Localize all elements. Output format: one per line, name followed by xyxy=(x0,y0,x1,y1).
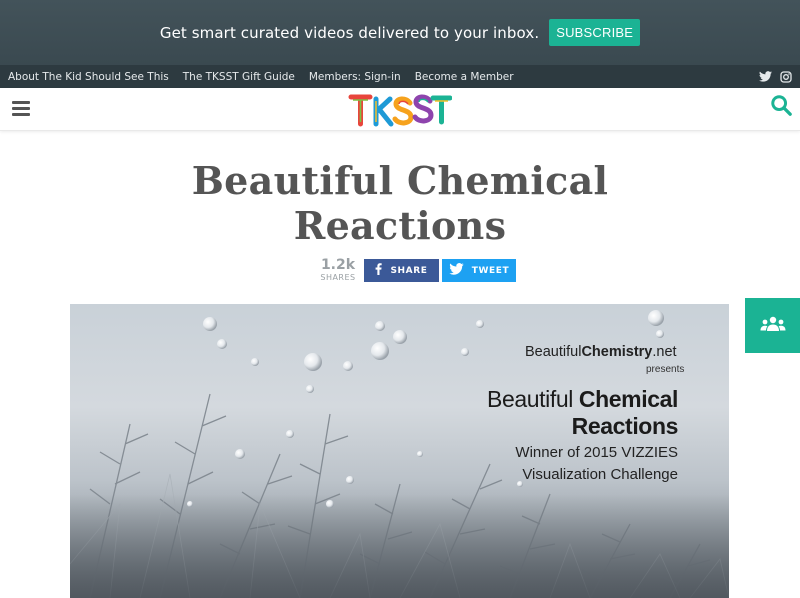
top-nav: About The Kid Should See This The TKSST … xyxy=(0,65,800,88)
twitter-icon[interactable] xyxy=(759,71,772,82)
nav-link-become-member[interactable]: Become a Member xyxy=(415,71,514,83)
nav-link-gift-guide[interactable]: The TKSST Gift Guide xyxy=(183,71,295,83)
nav-link-about[interactable]: About The Kid Should See This xyxy=(8,71,169,83)
brand-suffix: .net xyxy=(652,344,677,360)
video-thumbnail[interactable]: BeautifulChemistry.net presents Beautifu… xyxy=(70,304,729,598)
site-header xyxy=(0,88,800,131)
community-button[interactable] xyxy=(745,298,800,353)
site-logo[interactable] xyxy=(348,91,453,129)
facebook-share-button[interactable]: SHARE xyxy=(364,259,439,282)
newsletter-text: Get smart curated videos delivered to yo… xyxy=(159,23,540,42)
brand-bold: Chemistry xyxy=(581,344,653,360)
tweet-label: TWEET xyxy=(471,265,510,276)
article-title: Beautiful Chemical Reactions xyxy=(191,158,609,248)
share-count-label: SHARES xyxy=(320,273,356,282)
award-line-1: Winner of 2015 VIZZIES xyxy=(515,444,678,461)
twitter-bird-icon xyxy=(449,263,464,278)
video-title-light: Beautiful xyxy=(487,386,579,412)
video-award: Winner of 2015 VIZZIES Visualization Cha… xyxy=(470,442,678,486)
search-icon[interactable] xyxy=(770,94,792,120)
tksst-logo-graphic xyxy=(348,94,453,127)
video-brand: BeautifulChemistry.net xyxy=(525,344,677,360)
group-icon xyxy=(760,316,786,336)
share-count-number: 1.2k xyxy=(320,257,356,273)
share-label: SHARE xyxy=(390,265,428,276)
menu-icon[interactable] xyxy=(12,101,30,117)
share-count: 1.2k SHARES xyxy=(317,257,359,282)
video-title: Beautiful Chemical Reactions xyxy=(390,386,678,440)
subscribe-button[interactable]: SUBSCRIBE xyxy=(549,19,641,46)
nav-link-members-signin[interactable]: Members: Sign-in xyxy=(309,71,401,83)
tweet-button[interactable]: TWEET xyxy=(442,259,516,282)
award-line-2: Visualization Challenge xyxy=(522,466,678,483)
newsletter-banner: Get smart curated videos delivered to yo… xyxy=(0,0,800,65)
social-links xyxy=(759,70,792,83)
instagram-icon[interactable] xyxy=(780,70,792,83)
video-presents: presents xyxy=(646,364,685,375)
brand-prefix: Beautiful xyxy=(525,344,582,360)
video-title-bold: Chemical Reactions xyxy=(571,386,679,439)
facebook-icon xyxy=(375,263,383,278)
